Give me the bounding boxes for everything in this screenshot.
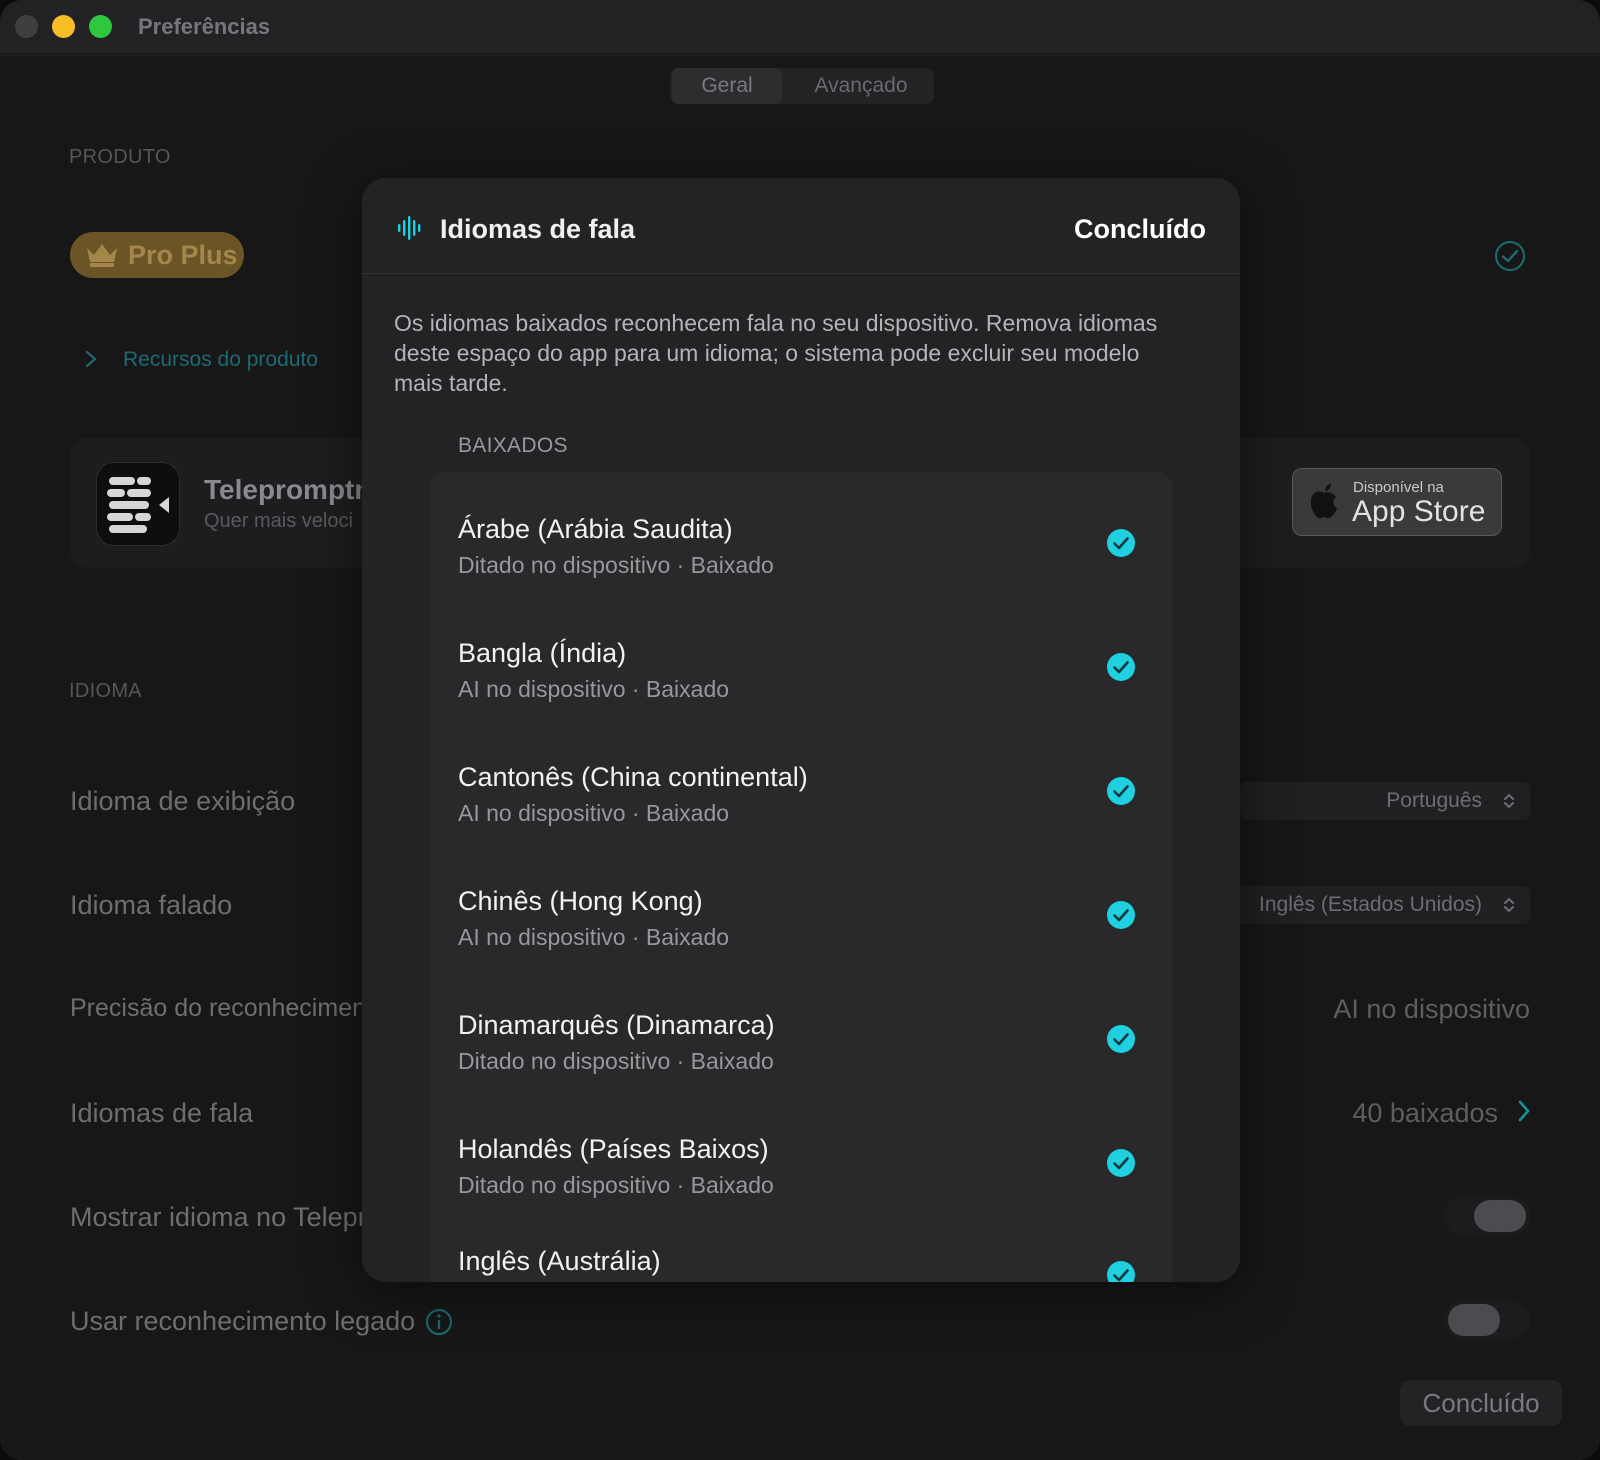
legacy-recognition-toggle[interactable] <box>1444 1300 1530 1340</box>
language-meta: AI no dispositivo · Baixado <box>458 924 730 950</box>
language-name: Bangla (Índia) <box>458 638 627 668</box>
language-item[interactable]: Bangla (Índia) AI no dispositivo · Baixa… <box>430 616 1172 740</box>
minimize-window-button[interactable] <box>52 15 75 38</box>
speech-languages-label: Idiomas de fala <box>70 1098 254 1128</box>
language-name: Cantonês (China continental) <box>458 762 808 792</box>
spoken-language-label: Idioma falado <box>70 890 233 920</box>
language-name: Chinês (Hong Kong) <box>458 886 703 916</box>
tab-geral[interactable]: Geral <box>672 68 782 104</box>
section-label-idioma: IDIOMA <box>69 680 142 702</box>
sheet-header: Idiomas de fala Concluído <box>362 178 1240 274</box>
language-item[interactable]: Chinês (Hong Kong) AI no dispositivo · B… <box>430 864 1172 988</box>
tab-avancado[interactable]: Avançado <box>792 68 930 104</box>
speech-languages-sheet: Idiomas de fala Concluído Os idiomas bai… <box>362 178 1240 1282</box>
legacy-recognition-label: Usar reconhecimento legado <box>70 1306 416 1336</box>
show-language-label: Mostrar idioma no Telepr <box>70 1202 367 1232</box>
app-store-small-text: Disponível na <box>1353 479 1444 496</box>
language-meta: Ditado no dispositivo · Baixado <box>458 1048 774 1074</box>
done-button[interactable]: Concluído <box>1400 1380 1562 1426</box>
recognition-precision-value: AI no dispositivo <box>1333 994 1530 1024</box>
crown-icon <box>87 244 117 267</box>
language-meta: AI no dispositivo · Baixado <box>458 800 730 826</box>
info-icon[interactable] <box>425 1308 453 1336</box>
checkmark-filled-icon <box>1107 1261 1135 1282</box>
downloaded-languages-list: Árabe (Arábia Saudita) Ditado no disposi… <box>430 472 1172 1282</box>
product-resources-label: Recursos do produto <box>123 348 318 371</box>
language-meta: AI no dispositivo · Baixado <box>458 676 730 702</box>
teleprompter-app-icon <box>96 462 180 546</box>
language-item[interactable]: Cantonês (China continental) AI no dispo… <box>430 740 1172 864</box>
display-language-select[interactable]: Português <box>1240 782 1530 820</box>
app-store-big-text: App Store <box>1352 495 1486 528</box>
spoken-language-value: Inglês (Estados Unidos) <box>1259 893 1482 916</box>
language-item[interactable]: Dinamarquês (Dinamarca) Ditado no dispos… <box>430 988 1172 1112</box>
promo-subtitle: Quer mais veloci <box>204 510 353 532</box>
sheet-done-button[interactable]: Concluído <box>1074 214 1206 245</box>
checkmark-filled-icon <box>1107 901 1135 929</box>
spoken-language-select[interactable]: Inglês (Estados Unidos) <box>1230 886 1530 924</box>
updown-chevron-icon <box>1504 897 1514 913</box>
checkmark-filled-icon <box>1107 653 1135 681</box>
recognition-precision-label: Precisão do reconheciment <box>70 994 373 1022</box>
chevron-right-icon <box>85 350 97 368</box>
sheet-description: Os idiomas baixados reconhecem fala no s… <box>394 310 1158 396</box>
pro-plus-label: Pro Plus <box>128 240 238 270</box>
language-name: Dinamarquês (Dinamarca) <box>458 1010 775 1040</box>
display-language-value: Português <box>1386 789 1482 812</box>
updown-chevron-icon <box>1504 793 1514 809</box>
language-name: Holandês (Países Baixos) <box>458 1134 769 1164</box>
checkmark-filled-icon <box>1107 777 1135 805</box>
checkmark-filled-icon <box>1107 1025 1135 1053</box>
section-label-produto: PRODUTO <box>69 146 171 168</box>
checkmark-filled-icon <box>1107 529 1135 557</box>
language-item[interactable]: Árabe (Arábia Saudita) Ditado no disposi… <box>430 492 1172 616</box>
app-store-button[interactable]: Disponível na App Store <box>1292 468 1502 536</box>
promo-title: Telepromptm <box>204 474 380 505</box>
language-meta: Ditado no dispositivo · Baixado <box>458 552 774 578</box>
language-meta: Ditado no dispositivo · Baixado <box>458 1172 774 1198</box>
check-circle-icon <box>1495 241 1525 271</box>
teleprompter-logo-icon <box>107 477 169 533</box>
language-item[interactable]: Inglês (Austrália) <box>430 1224 1172 1282</box>
language-name: Árabe (Arábia Saudita) <box>458 514 733 544</box>
apple-icon <box>1310 484 1337 519</box>
language-name: Inglês (Austrália) <box>458 1246 661 1276</box>
downloaded-section-label: BAIXADOS <box>458 434 568 457</box>
title-bar: Preferências <box>0 0 1600 54</box>
display-language-label: Idioma de exibição <box>70 786 296 816</box>
pro-plus-badge: Pro Plus <box>70 232 244 278</box>
tab-bar: Geral Avançado <box>670 68 934 104</box>
close-window-button[interactable] <box>15 15 38 38</box>
speech-languages-count[interactable]: 40 baixados <box>1352 1098 1498 1129</box>
waveform-icon <box>398 216 421 240</box>
toggle-knob <box>1448 1304 1500 1336</box>
window-title: Preferências <box>138 14 271 39</box>
zoom-window-button[interactable] <box>89 15 112 38</box>
chevron-right-icon[interactable] <box>1516 1098 1532 1124</box>
preferences-window: Preferências Geral Avançado PRODUTO Pro … <box>0 0 1600 1460</box>
sheet-title: Idiomas de fala <box>440 214 636 244</box>
toggle-knob <box>1474 1200 1526 1232</box>
show-language-toggle[interactable] <box>1444 1196 1530 1236</box>
checkmark-filled-icon <box>1107 1149 1135 1177</box>
language-item[interactable]: Holandês (Países Baixos) Ditado no dispo… <box>430 1112 1172 1236</box>
